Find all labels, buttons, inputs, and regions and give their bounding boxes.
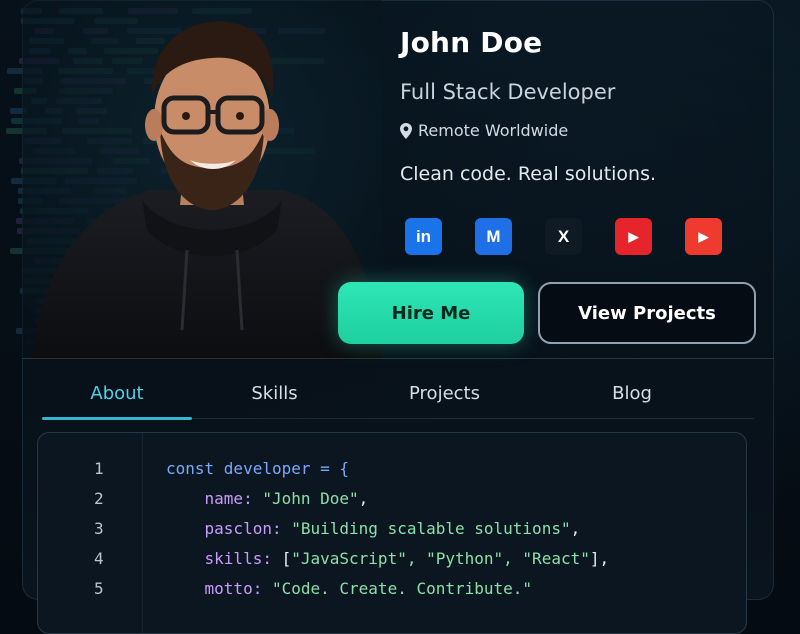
line-number: 3 [94,519,104,538]
youtube-icon[interactable]: ▶ [685,218,722,255]
tab-skills[interactable]: Skills [202,368,347,418]
profile-location: Remote Worldwide [400,121,568,140]
location-pin-icon [400,122,412,139]
dev-icon[interactable]: M [475,218,512,255]
code-token: motto: [166,579,272,598]
location-text: Remote Worldwide [418,121,569,140]
line-number: 2 [94,489,104,508]
section-divider [22,358,774,359]
code-token: skills: [166,549,282,568]
code-token: const developer = { [166,459,350,478]
tab-bar-rule [42,418,754,419]
view-projects-button[interactable]: View Projects [538,282,756,344]
youtube-icon[interactable]: ▶ [615,218,652,255]
code-token: ], [589,549,610,568]
code-editor: 1 const developer = { 2 name: "John Doe", 3… [37,432,747,634]
x-icon[interactable]: X [545,218,582,255]
tab-projects[interactable]: Projects [372,368,517,418]
line-number: 1 [94,459,104,478]
hire-me-button[interactable]: Hire Me [338,282,524,344]
code-token: "Code. Create. Contribute." [271,579,533,598]
linkedin-icon[interactable]: in [405,218,442,255]
profile-role: Full Stack Developer [400,80,616,104]
profile-tabs: About Skills Projects Blog [42,368,754,420]
tab-blog[interactable]: Blog [562,368,702,418]
code-line: pasclon: "Building scalable solutions", [166,519,581,538]
code-token: "John Doe" [262,489,359,508]
tab-about[interactable]: About [42,368,192,418]
line-number: 5 [94,579,104,598]
code-line: motto: "Code. Create. Contribute." [166,579,533,598]
code-line: name: "John Doe", [166,489,369,508]
code-token: "Building scalable solutions" [291,519,571,538]
social-links: in M X ▶ ▶ [405,218,722,255]
code-token: "JavaScript", "Python", "React" [291,549,590,568]
profile-photo [22,0,382,360]
code-token: , [570,519,581,538]
code-token: [ [281,549,292,568]
code-token: pasclon: [166,519,292,538]
profile-tagline: Clean code. Real solutions. [400,163,657,185]
code-token: , [358,489,369,508]
code-line: const developer = { [166,459,349,478]
profile-name: John Doe [400,26,543,59]
line-number-gutter [38,433,143,633]
code-token: name: [166,489,263,508]
code-line: skills: ["JavaScript", "Python", "React"… [166,549,610,568]
line-number: 4 [94,549,104,568]
